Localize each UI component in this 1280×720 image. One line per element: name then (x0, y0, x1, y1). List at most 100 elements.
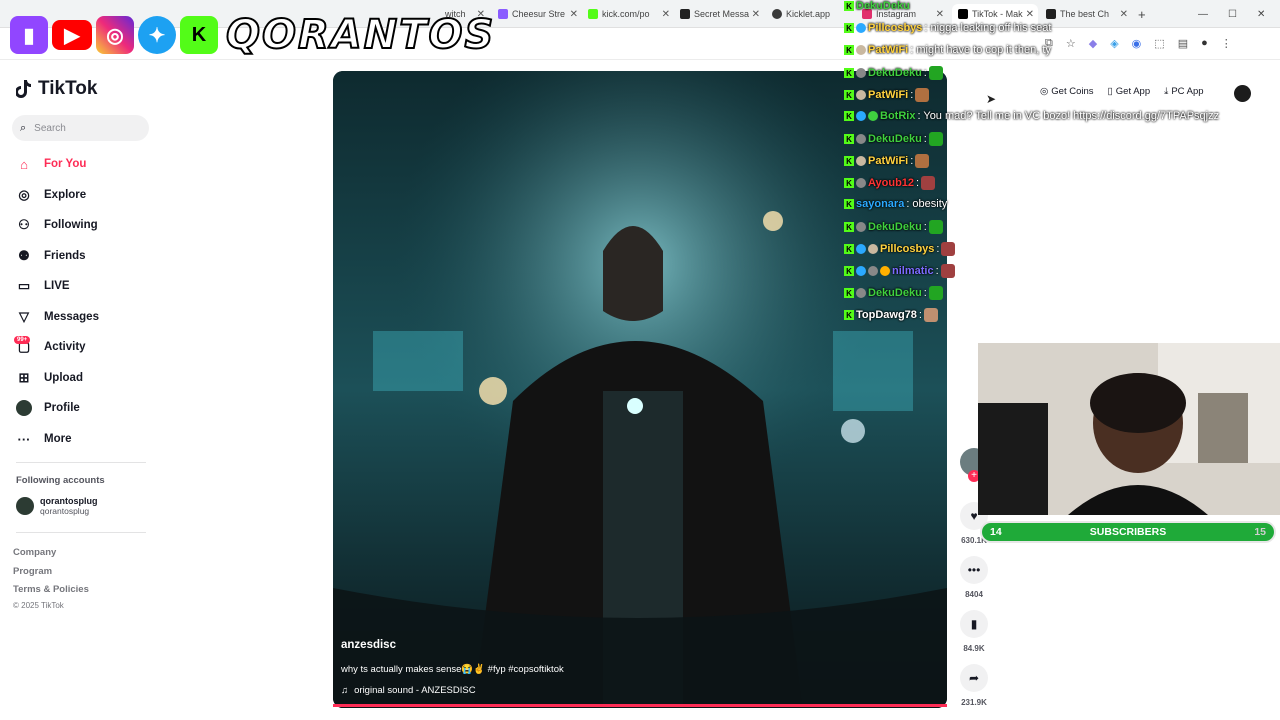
chat-text: : (923, 133, 927, 145)
chat-text: : (923, 221, 927, 233)
chat-message: K BotRix: You mad? Tell me in VC bozo! ht… (844, 110, 1219, 122)
badge-icon (856, 244, 866, 254)
nav-following[interactable]: ⚇ Following (16, 217, 97, 233)
comment-icon: ••• (960, 556, 988, 584)
chat-username: DekuDeku (868, 221, 922, 233)
badge-icon (856, 90, 866, 100)
chat-text: : nigga leaking off his seat (924, 22, 1052, 34)
badge-icon (856, 45, 866, 55)
tiktok-logo[interactable]: TikTok (16, 78, 97, 100)
browser-tab[interactable]: Secret Messa ✕ (680, 4, 760, 24)
nav-live[interactable]: ▭ LIVE (16, 278, 70, 294)
emote-icon (923, 308, 938, 322)
chat-text: : (936, 243, 940, 255)
footer-link-terms[interactable]: Terms & Policies (13, 584, 89, 595)
share-icon: ➦ (960, 664, 988, 692)
subscriber-goal-bar: 14 SUBSCRIBERS 15 (980, 521, 1276, 543)
emote-icon (928, 66, 943, 80)
browser-tab[interactable]: kick.com/po ✕ (588, 4, 670, 24)
chat-message: Ksayonara: obesity (844, 198, 947, 210)
chat-message: K Pillcosbys: nigga leaking off his seat (844, 22, 1051, 34)
activity-badge: 99+ (14, 336, 31, 344)
chat-text: : (918, 309, 922, 321)
tiktok-note-icon (16, 80, 31, 98)
browser-tab[interactable]: Cheesur Stre ✕ (498, 4, 578, 24)
account-handle: qorantosplug (40, 506, 90, 516)
chat-message: K DekuDeku: (844, 66, 943, 80)
chat-username: nilmatic (892, 265, 934, 277)
profile-avatar (16, 400, 32, 416)
bookmark-icon: ▮ (960, 610, 988, 638)
chat-text: : obesity (906, 198, 948, 210)
comment-button[interactable]: ••• 8404 (960, 556, 988, 599)
share-button[interactable]: ➦ 231.9K (960, 664, 988, 707)
chat-text: : might have to cop it then, ty (910, 44, 1051, 56)
emote-icon (940, 264, 955, 278)
music-note-icon: ♫ (341, 685, 349, 696)
nav-more[interactable]: ··· More (16, 431, 72, 447)
home-icon: ⌂ (20, 156, 28, 172)
video-author[interactable]: anzesdisc (341, 639, 396, 651)
video-sound[interactable]: ♫ original sound - ANZESDISC (341, 685, 476, 696)
chat-message: K Pillcosbys: (844, 242, 956, 256)
search-input[interactable]: ⌕ Search (12, 115, 149, 141)
close-icon[interactable]: ✕ (662, 9, 670, 20)
account-name: qorantosplug (40, 496, 98, 506)
chat-username: Pillcosbys (868, 22, 923, 34)
nav-friends[interactable]: ⚉ Friends (16, 248, 85, 264)
video-progress-bar[interactable] (333, 704, 947, 707)
close-icon[interactable]: ✕ (570, 9, 578, 20)
badge-icon (856, 156, 866, 166)
save-button[interactable]: ▮ 84.9K (960, 610, 988, 653)
nav-profile[interactable]: Profile (16, 400, 80, 416)
compass-icon: ◎ (18, 187, 30, 202)
messages-icon: ▽ (19, 309, 29, 324)
chat-message: K DekuDeku: (844, 286, 943, 300)
kick-badge-icon: K (844, 134, 854, 144)
kick-badge-icon: K (844, 45, 854, 55)
more-icon: ··· (17, 431, 31, 447)
kick-favicon-icon (588, 9, 598, 19)
nav-label: Explore (44, 189, 87, 201)
chat-message: K TopDawg78: (844, 308, 938, 322)
footer-link-company[interactable]: Company (13, 547, 56, 558)
twitch-icon: ▮ (10, 16, 48, 54)
chat-text: : (910, 89, 914, 101)
kick-badge-icon: K (844, 178, 854, 188)
chat-message: K PatWiFi: (844, 88, 930, 102)
sub-goal: 15 (1254, 526, 1266, 538)
kick-badge-icon: K (844, 222, 854, 232)
twitter-icon: ✦ (138, 16, 176, 54)
chat-username: DekuDeku (868, 67, 922, 79)
browser-tab[interactable]: Kicklet.app (772, 4, 844, 24)
nav-upload[interactable]: ⊞ Upload (16, 370, 83, 386)
avatar (16, 497, 34, 515)
chat-username: PatWiFi (868, 155, 909, 167)
chat-username: DekuDeku (856, 0, 910, 12)
kick-badge-icon: K (844, 288, 854, 298)
nav-explore[interactable]: ◎ Explore (16, 187, 86, 203)
chat-username: DekuDeku (868, 287, 922, 299)
sound-label: original sound - ANZESDISC (354, 685, 476, 696)
nav-for-you[interactable]: ⌂ For You (16, 156, 86, 172)
chat-username: Pillcosbys (880, 243, 935, 255)
kick-badge-icon: K (844, 23, 854, 33)
nav-label: LIVE (44, 280, 70, 292)
webcam-image (978, 343, 1280, 515)
webcam-feed (978, 343, 1280, 515)
emote-icon (928, 132, 943, 146)
tab-favicon-icon (498, 9, 508, 19)
footer-link-program[interactable]: Program (13, 566, 52, 577)
chat-message: K DekuDeku (844, 0, 912, 12)
badge-icon (856, 134, 866, 144)
chat-username: PatWiFi (868, 44, 909, 56)
nav-messages[interactable]: ▽ Messages (16, 309, 99, 325)
sub-label: SUBSCRIBERS (1089, 526, 1167, 538)
tab-favicon-icon (772, 9, 782, 19)
close-icon[interactable]: ✕ (752, 9, 760, 20)
nav-label: More (44, 433, 72, 445)
following-account-item[interactable]: qorantosplug qorantosplug (16, 496, 98, 516)
chat-username: DekuDeku (868, 133, 922, 145)
kick-badge-icon: K (844, 1, 854, 11)
video-caption: why ts actually makes sense😭✌️ #fyp #cop… (341, 664, 564, 675)
